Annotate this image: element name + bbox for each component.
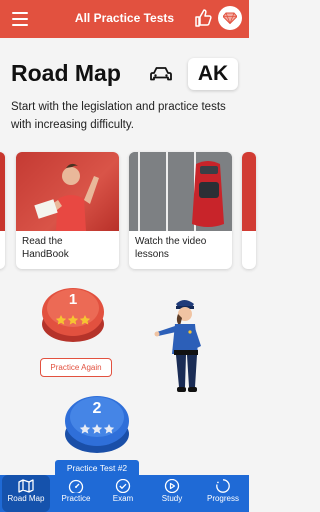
nav-label: Progress <box>206 494 239 503</box>
nav-study[interactable]: Study <box>152 475 192 512</box>
check-circle-icon <box>115 479 131 493</box>
nav-label: Exam <box>112 494 134 503</box>
thumbs-up-icon[interactable] <box>194 8 212 28</box>
lesson-carousel[interactable]: Read the HandBook Watch the video lesson… <box>0 152 256 270</box>
handbook-image <box>16 152 119 231</box>
diamond-icon[interactable] <box>218 6 242 30</box>
police-officer-illustration <box>154 300 201 392</box>
car-icon <box>150 67 172 81</box>
card-label: Read the HandBook <box>22 236 69 260</box>
level-2-number: 2 <box>93 400 102 417</box>
practice-again-button[interactable]: Practice Again <box>40 358 112 377</box>
page-title: Road Map <box>11 60 121 86</box>
progress-icon <box>216 479 230 493</box>
level-1-button[interactable]: 1 <box>41 282 105 346</box>
top-bar: All Practice Tests <box>0 0 249 38</box>
level-1-number: 1 <box>69 291 77 308</box>
subtitle: Start with the legislation and practice … <box>11 101 226 131</box>
nav-road-map[interactable]: Road Map <box>2 475 50 512</box>
nav-label: Practice <box>61 494 91 503</box>
bottom-navigation: Road Map Practice Exam Study Progress <box>0 475 249 512</box>
speedometer-icon <box>68 479 84 493</box>
handbook-card[interactable]: Read the HandBook <box>16 152 119 269</box>
partial-card-right[interactable] <box>242 152 256 269</box>
nav-label: Study <box>161 494 183 503</box>
video-lessons-card[interactable]: Watch the video lessons <box>129 152 232 269</box>
nav-practice[interactable]: Practice <box>54 475 98 512</box>
card-label: Watch the video lessons <box>135 236 207 260</box>
road-map-icon <box>18 479 34 493</box>
play-circle-icon <box>164 479 180 493</box>
nav-exam[interactable]: Exam <box>103 475 143 512</box>
partial-card-left[interactable] <box>0 152 5 269</box>
nav-progress[interactable]: Progress <box>200 475 246 512</box>
level-2-button[interactable]: 2 <box>64 390 130 456</box>
nav-label: Road Map <box>7 494 45 503</box>
state-badge[interactable]: AK <box>188 58 238 90</box>
parking-lot-image <box>129 152 232 231</box>
